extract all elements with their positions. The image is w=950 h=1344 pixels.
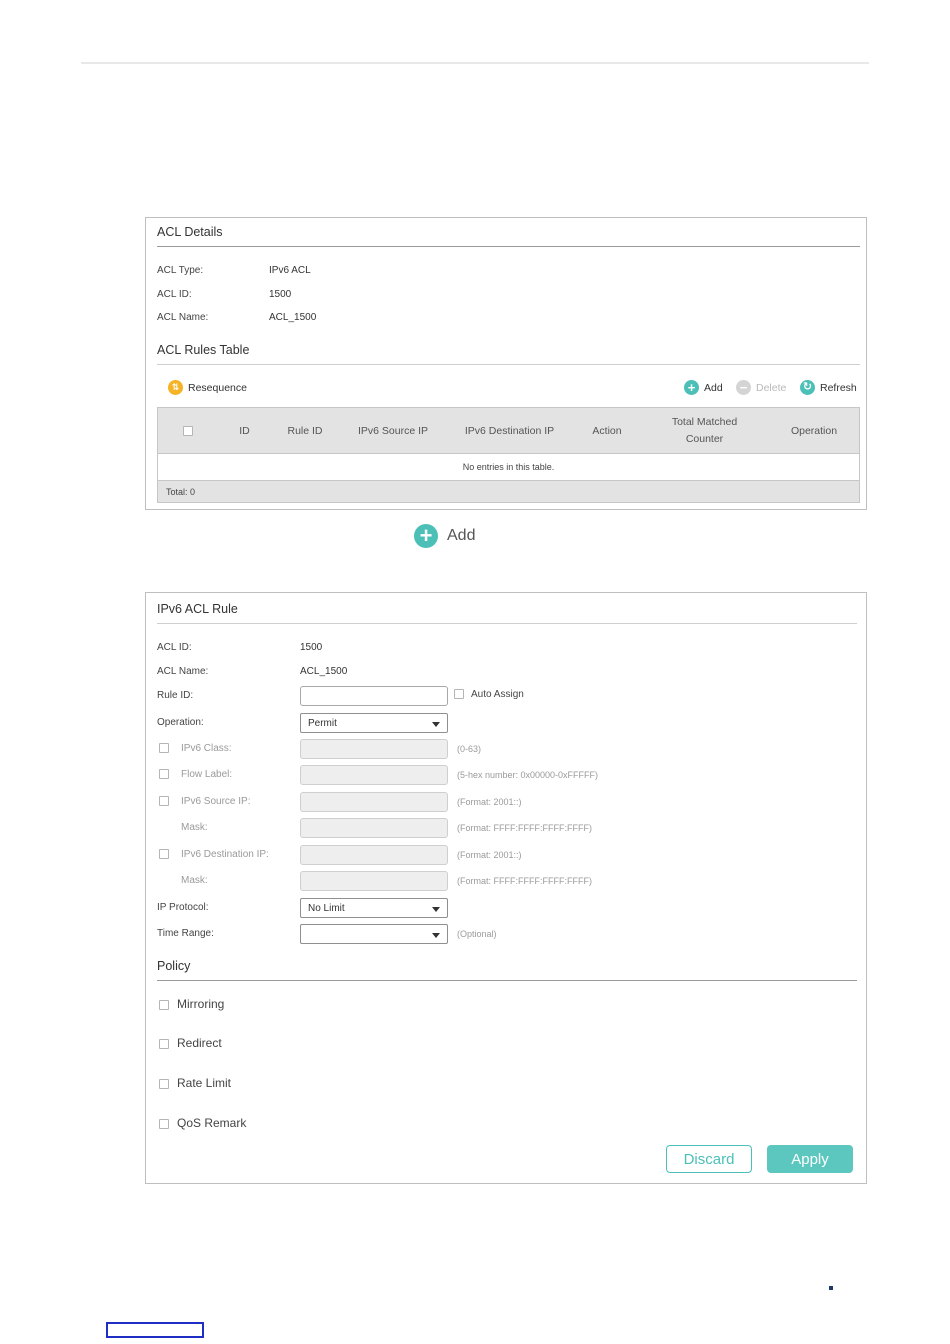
- add-rule-button[interactable]: + Add: [684, 380, 723, 395]
- ipv6-acl-rule-title: IPv6 ACL Rule: [157, 602, 238, 616]
- source-ip-hint: (Format: 2001::): [457, 797, 522, 807]
- dest-ip-checkbox[interactable]: [159, 849, 169, 859]
- form-acl-name-label: ACL Name:: [157, 666, 209, 677]
- ipv6-class-input[interactable]: [300, 739, 448, 759]
- dest-mask-label: Mask:: [181, 875, 208, 886]
- auto-assign-checkbox[interactable]: [454, 689, 464, 699]
- time-range-label: Time Range:: [157, 928, 214, 939]
- resequence-button[interactable]: ⇅ Resequence: [168, 380, 247, 395]
- flow-label-input[interactable]: [300, 765, 448, 785]
- acl-rules-table: ID Rule ID IPv6 Source IP IPv6 Destinati…: [157, 407, 860, 503]
- empty-table-message: No entries in this table.: [462, 462, 555, 472]
- refresh-icon: ↻: [800, 380, 815, 395]
- apply-button[interactable]: Apply: [767, 1145, 853, 1173]
- select-all-cell: [158, 408, 218, 454]
- policy-divider: [157, 980, 857, 981]
- acl-details-title: ACL Details: [157, 225, 223, 239]
- acl-name-value: ACL_1500: [269, 312, 317, 323]
- acl-type-label: ACL Type:: [157, 265, 204, 276]
- dest-mask-input[interactable]: [300, 871, 448, 891]
- acl-details-divider: [157, 246, 860, 247]
- ipv6-class-checkbox[interactable]: [159, 743, 169, 753]
- form-acl-id-value: 1500: [300, 642, 323, 653]
- rate-limit-label: Rate Limit: [177, 1076, 232, 1090]
- delete-rule-button[interactable]: − Delete: [736, 380, 786, 395]
- add-caption: + Add: [414, 524, 475, 548]
- auto-assign-label: Auto Assign: [471, 689, 524, 700]
- redirect-checkbox[interactable]: [159, 1039, 169, 1049]
- refresh-button[interactable]: ↻ Refresh: [800, 380, 857, 395]
- plus-icon: +: [414, 524, 438, 548]
- dest-ip-label: IPv6 Destination IP:: [181, 849, 269, 860]
- policy-title: Policy: [157, 959, 191, 973]
- acl-rules-table-title: ACL Rules Table: [157, 343, 250, 357]
- page-header-rule: [81, 62, 869, 64]
- acl-details-panel: ACL Details ACL Type: IPv6 ACL ACL ID: 1…: [145, 217, 867, 510]
- time-range-hint: (Optional): [457, 929, 497, 939]
- dest-mask-hint: (Format: FFFF:FFFF:FFFF:FFFF): [457, 876, 592, 886]
- acl-rules-divider: [157, 364, 860, 365]
- plus-icon: +: [684, 380, 699, 395]
- form-acl-id-label: ACL ID:: [157, 642, 192, 653]
- table-header: ID Rule ID IPv6 Source IP IPv6 Destinati…: [158, 408, 859, 454]
- chevron-down-icon: [432, 722, 440, 727]
- chevron-down-icon: [432, 933, 440, 938]
- redirect-label: Redirect: [177, 1036, 222, 1050]
- dest-ip-input[interactable]: [300, 845, 448, 865]
- add-label: Add: [704, 381, 723, 394]
- source-ip-checkbox[interactable]: [159, 796, 169, 806]
- ipv6-acl-rule-panel: IPv6 ACL Rule ACL ID: 1500 ACL Name: ACL…: [145, 592, 867, 1184]
- flow-label-label: Flow Label:: [181, 769, 233, 780]
- col-rule-id[interactable]: Rule ID: [271, 408, 339, 454]
- table-total: Total: 0: [158, 480, 859, 502]
- source-mask-input[interactable]: [300, 818, 448, 838]
- dest-ip-hint: (Format: 2001::): [457, 850, 522, 860]
- refresh-label: Refresh: [820, 381, 857, 394]
- col-ipv6-destination-ip[interactable]: IPv6 Destination IP: [447, 408, 572, 454]
- minus-icon: −: [736, 380, 751, 395]
- operation-label: Operation:: [157, 717, 204, 728]
- col-total-matched-counter[interactable]: Total Matched Counter: [642, 408, 767, 454]
- flow-label-checkbox[interactable]: [159, 769, 169, 779]
- resequence-icon: ⇅: [168, 380, 183, 395]
- form-acl-name-value: ACL_1500: [300, 666, 348, 677]
- col-action[interactable]: Action: [572, 408, 642, 454]
- acl-id-value: 1500: [269, 289, 292, 300]
- ip-protocol-value: No Limit: [308, 902, 345, 914]
- qos-remark-checkbox[interactable]: [159, 1119, 169, 1129]
- acl-id-label: ACL ID:: [157, 289, 192, 300]
- rate-limit-checkbox[interactable]: [159, 1079, 169, 1089]
- operation-value: Permit: [308, 717, 337, 729]
- add-caption-label: Add: [447, 527, 476, 544]
- operation-select[interactable]: Permit: [300, 713, 448, 733]
- footer-link-box[interactable]: [106, 1322, 204, 1338]
- source-mask-label: Mask:: [181, 822, 208, 833]
- rule-id-label: Rule ID:: [157, 690, 194, 701]
- chevron-down-icon: [432, 907, 440, 912]
- source-ip-label: IPv6 Source IP:: [181, 796, 251, 807]
- acl-type-value: IPv6 ACL: [269, 265, 311, 276]
- qos-remark-label: QoS Remark: [177, 1116, 247, 1130]
- delete-label: Delete: [756, 381, 787, 394]
- source-mask-hint: (Format: FFFF:FFFF:FFFF:FFFF): [457, 823, 592, 833]
- col-id[interactable]: ID: [218, 408, 271, 454]
- flow-label-hint: (5-hex number: 0x00000-0xFFFFF): [457, 770, 599, 780]
- ipv6-class-label: IPv6 Class:: [181, 743, 232, 754]
- mirroring-label: Mirroring: [177, 997, 225, 1011]
- acl-name-label: ACL Name:: [157, 312, 209, 323]
- select-all-checkbox[interactable]: [183, 426, 193, 436]
- ip-protocol-label: IP Protocol:: [157, 902, 209, 913]
- mirroring-checkbox[interactable]: [159, 1000, 169, 1010]
- time-range-select[interactable]: [300, 924, 448, 944]
- col-operation[interactable]: Operation: [767, 408, 861, 454]
- col-ipv6-source-ip[interactable]: IPv6 Source IP: [339, 408, 447, 454]
- discard-button[interactable]: Discard: [666, 1145, 752, 1173]
- ip-protocol-select[interactable]: No Limit: [300, 898, 448, 918]
- source-ip-input[interactable]: [300, 792, 448, 812]
- ipv6-class-hint: (0-63): [457, 744, 482, 754]
- resequence-label: Resequence: [188, 381, 247, 394]
- rule-id-input[interactable]: [300, 686, 448, 706]
- footer-mark: [829, 1286, 833, 1290]
- rule-form-divider: [157, 623, 857, 624]
